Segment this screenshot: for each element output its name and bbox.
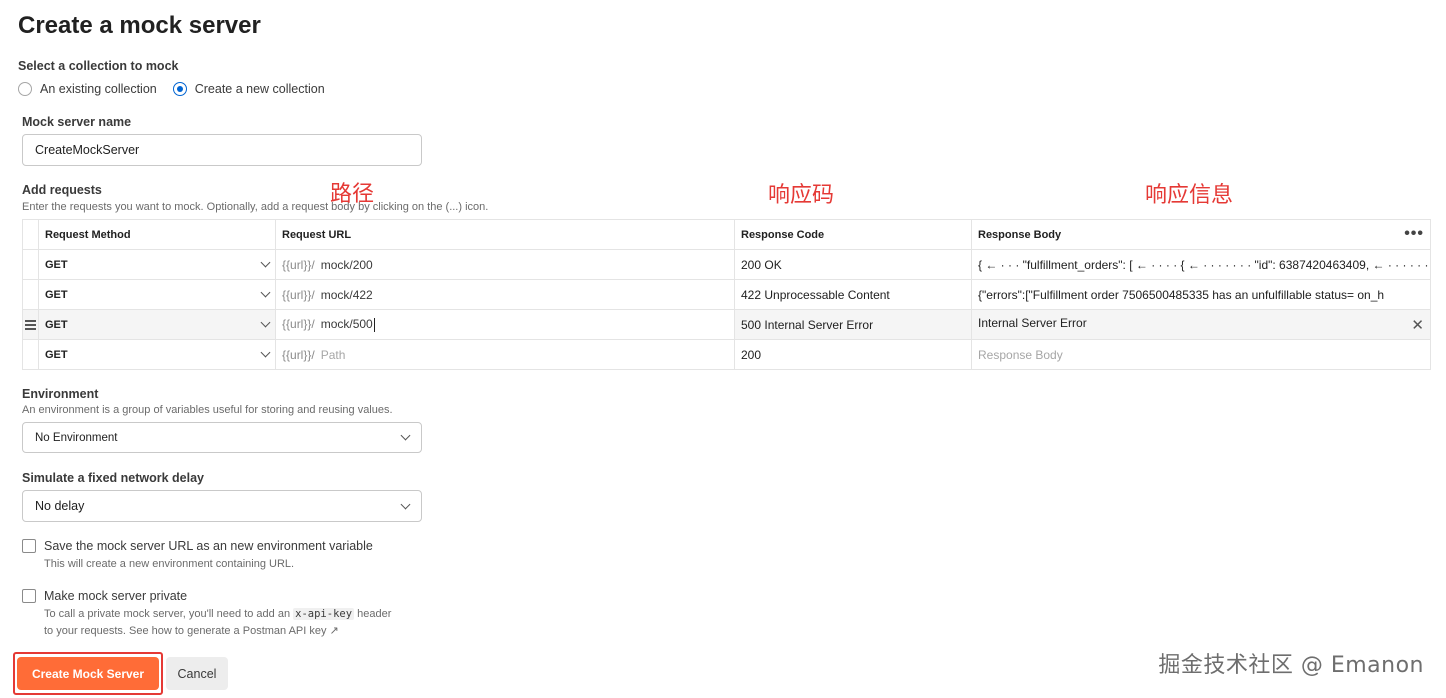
- chevron-down-icon: [260, 347, 271, 358]
- url-cell[interactable]: {{url}}/ Path: [275, 339, 735, 370]
- cancel-button[interactable]: Cancel: [166, 657, 228, 690]
- save-env-helper: This will create a new environment conta…: [44, 558, 295, 570]
- delay-select[interactable]: No delay: [22, 490, 422, 522]
- method-value: GET: [45, 318, 68, 331]
- col-request-method: Request Method: [38, 219, 276, 250]
- private-label[interactable]: Make mock server private: [44, 589, 187, 603]
- watermark: 掘金技术社区 @ Emanon: [1158, 653, 1424, 678]
- table-header-row: Request Method Request URL Response Code…: [22, 219, 1431, 250]
- private-helper-post: header: [357, 608, 392, 620]
- existing-collection-label[interactable]: An existing collection: [40, 82, 157, 96]
- handle-cell: [22, 339, 39, 370]
- url-path-placeholder[interactable]: Path: [321, 348, 346, 362]
- response-code-cell[interactable]: 422 Unprocessable Content: [734, 279, 972, 310]
- add-requests-label: Add requests: [22, 183, 102, 197]
- private-checkbox[interactable]: [22, 589, 36, 603]
- annotation-path: 路径: [330, 182, 375, 207]
- url-path[interactable]: mock/500: [321, 317, 373, 331]
- url-cell[interactable]: {{url}}/ mock/200: [275, 249, 735, 280]
- environment-helper: An environment is a group of variables u…: [22, 404, 393, 416]
- response-code-cell[interactable]: 200 OK: [734, 249, 972, 280]
- collection-label: Select a collection to mock: [18, 59, 179, 73]
- response-body-value: Internal Server Error: [978, 315, 1087, 330]
- delay-label: Simulate a fixed network delay: [22, 471, 205, 485]
- url-path[interactable]: mock/422: [321, 288, 373, 302]
- api-key-code: x-api-key: [293, 608, 355, 620]
- create-mock-server-button[interactable]: Create Mock Server: [17, 657, 159, 690]
- mock-name-input[interactable]: CreateMockServer: [22, 134, 422, 166]
- save-env-label[interactable]: Save the mock server URL as an new envir…: [44, 539, 373, 553]
- private-helper-pre: To call a private mock server, you'll ne…: [44, 608, 291, 620]
- response-body-cell[interactable]: Response Body: [971, 339, 1431, 370]
- table-row: GET {{url}}/ mock/200 200 OK { ← · · · "f…: [22, 249, 1431, 280]
- url-prefix: {{url}}/: [282, 287, 315, 302]
- new-collection-label[interactable]: Create a new collection: [195, 82, 325, 96]
- method-select[interactable]: GET: [38, 249, 276, 280]
- chevron-down-icon: [260, 287, 271, 298]
- save-env-checkbox[interactable]: [22, 539, 36, 553]
- response-code-cell[interactable]: 500 Internal Server Error: [734, 309, 972, 340]
- method-value: GET: [45, 288, 68, 301]
- url-path[interactable]: mock/200: [321, 258, 373, 272]
- url-prefix: {{url}}/: [282, 317, 315, 332]
- page-title: Create a mock server: [18, 12, 261, 39]
- col-response-body-label: Response Body: [978, 228, 1062, 241]
- col-response-body: Response Body •••: [971, 219, 1431, 250]
- environment-label: Environment: [22, 387, 99, 401]
- table-row: GET {{url}}/ Path 200 Response Body: [22, 339, 1431, 370]
- mock-name-value: CreateMockServer: [35, 143, 140, 157]
- col-response-code: Response Code: [734, 219, 972, 250]
- annotation-code: 响应码: [768, 183, 835, 208]
- url-prefix: {{url}}/: [282, 347, 315, 362]
- handle-cell: [22, 309, 39, 340]
- chevron-down-icon: [260, 317, 271, 328]
- close-icon[interactable]: ✕: [1411, 316, 1424, 334]
- response-body-cell[interactable]: {"errors":["Fulfillment order 7506500485…: [971, 279, 1431, 310]
- table-row: GET {{url}}/ mock/422 422 Unprocessable C…: [22, 279, 1431, 310]
- col-request-url: Request URL: [275, 219, 735, 250]
- url-cell[interactable]: {{url}}/ mock/422: [275, 279, 735, 310]
- add-requests-helper: Enter the requests you want to mock. Opt…: [22, 201, 489, 213]
- method-select[interactable]: GET: [38, 339, 276, 370]
- handle-cell: [22, 249, 39, 280]
- mock-name-label: Mock server name: [22, 115, 132, 129]
- handle-header: [22, 219, 39, 250]
- private-helper: To call a private mock server, you'll ne…: [44, 608, 391, 620]
- handle-cell: [22, 279, 39, 310]
- method-value: GET: [45, 258, 68, 271]
- table-row: GET {{url}}/ mock/500 500 Internal Server…: [22, 309, 1431, 340]
- method-select[interactable]: GET: [38, 309, 276, 340]
- chevron-down-icon: [400, 430, 411, 441]
- new-collection-radio[interactable]: [172, 82, 187, 96]
- chevron-down-icon: [260, 257, 271, 268]
- text-caret: [373, 317, 375, 332]
- method-value: GET: [45, 348, 68, 361]
- more-options-icon[interactable]: •••: [1404, 225, 1424, 241]
- private-helper-line2[interactable]: to your requests. See how to generate a …: [44, 624, 339, 637]
- method-select[interactable]: GET: [38, 279, 276, 310]
- response-code-cell[interactable]: 200: [734, 339, 972, 370]
- existing-collection-radio[interactable]: [18, 82, 32, 96]
- environment-value: No Environment: [35, 431, 118, 444]
- drag-handle-icon[interactable]: [25, 320, 36, 332]
- response-body-cell[interactable]: Internal Server Error ✕: [971, 309, 1431, 340]
- collection-radio-group: An existing collection Create a new coll…: [18, 82, 341, 96]
- response-body-cell[interactable]: { ← · · · "fulfillment_orders": [ ← · · …: [971, 249, 1431, 280]
- requests-table: Request Method Request URL Response Code…: [22, 219, 1431, 370]
- environment-select[interactable]: No Environment: [22, 422, 422, 453]
- url-prefix: {{url}}/: [282, 257, 315, 272]
- annotation-body: 响应信息: [1145, 183, 1234, 208]
- chevron-down-icon: [400, 499, 411, 509]
- delay-value: No delay: [35, 499, 85, 513]
- url-cell[interactable]: {{url}}/ mock/500: [275, 309, 735, 340]
